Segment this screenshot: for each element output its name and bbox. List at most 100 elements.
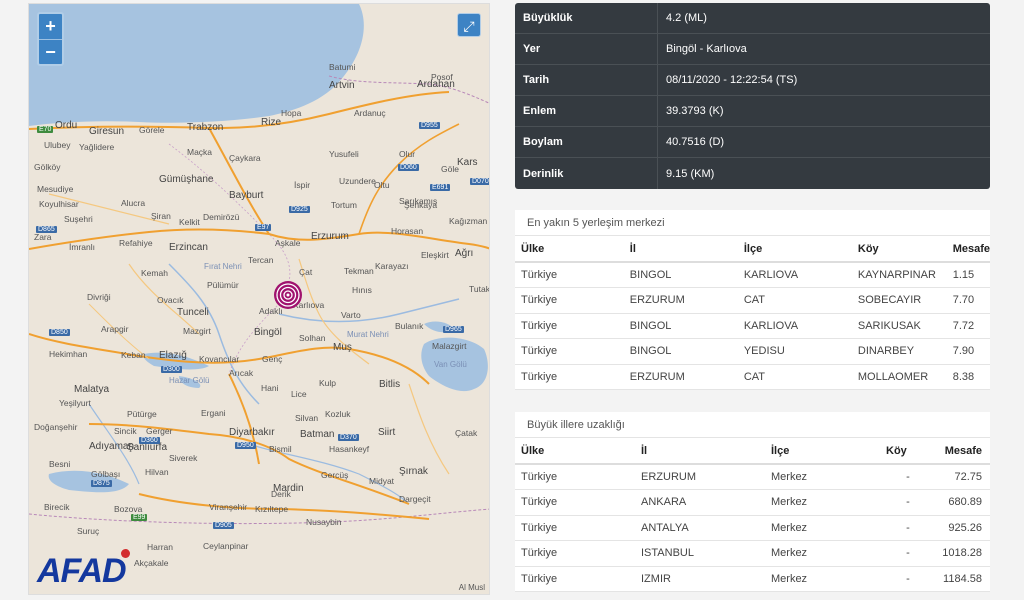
map-place-label: Bismil [269,444,292,454]
map-place-label: Hasankeyf [329,444,370,454]
map-road-label: E99 [131,514,148,521]
info-key: Yer [523,43,541,55]
zoom-control: + − [37,12,64,66]
country-cell: Türkiye [515,262,624,288]
map-water-label: Hazar Gölü [169,376,210,385]
earthquake-epicenter-icon[interactable] [273,280,303,310]
village-cell: DINARBEY [851,338,947,365]
map-place-label: Gerger [146,426,173,436]
map-place-label: Yusufeli [329,149,359,159]
table-row: Türkiye ERZURUM CAT SOBECAYIR 7.70 [515,287,990,314]
map-place-label: Harran [147,542,173,552]
map-road-label: E97 [255,224,272,231]
district-cell: Merkez [765,489,880,516]
col-header-village: Köy [851,236,947,263]
map-place-label: Gölköy [34,162,61,172]
district-cell: CAT [737,287,852,314]
map-place-label: Muş [333,342,352,353]
info-value: 40.7516 (D) [657,127,724,157]
map-place-label: Malazgirt [432,341,467,351]
map-place-label: Ardanuç [354,108,386,118]
map-place-label: Mardin [273,483,304,494]
map-place-label: Pütürge [127,409,157,419]
map-road-label: D865 [36,226,57,233]
map-place-label: Hekimhan [49,349,88,359]
table-row: Türkiye BINGOL KARLIOVA SARIKUSAK 7.72 [515,313,990,339]
map-place-label: Sarıkamış [399,196,438,206]
map-place-label: Zara [34,232,52,242]
nearest-settlements-panel: En yakın 5 yerleşim merkezi Ülke İl İlçe… [515,210,990,390]
info-key: Derinlik [523,167,564,180]
district-cell: Merkez [765,515,880,541]
map-place-label: Siirt [378,427,396,438]
province-cell: ISTANBUL [635,540,765,567]
zoom-in-button[interactable]: + [39,14,62,39]
map-place-label: Bingöl [254,327,282,338]
map-road-label: D070 [470,178,489,185]
distance-cell: 925.26 [930,515,990,541]
info-row-depth: Derinlik 9.15 (KM) [515,158,990,189]
distance-cell: 7.70 [946,287,990,314]
district-cell: YEDISU [737,338,852,365]
map-place-label: Eleşkirt [421,250,449,260]
info-row-date: Tarih 08/11/2020 - 12:22:54 (TS) [515,65,990,96]
map-place-label: Bozova [114,504,143,514]
map-place-label: Bulanık [395,321,424,331]
map-place-label: Siverek [169,453,198,463]
map-road-label: D925 [289,206,310,213]
map-place-label: Koyulhisar [39,199,79,209]
map-road-label: D950 [235,442,256,449]
map-place-label: Solhan [299,333,326,343]
map-place-label: Keban [121,350,146,360]
distance-cell: 7.90 [946,338,990,365]
col-header-district: İlçe [765,438,880,465]
map-place-label: Besni [49,459,71,469]
map-place-label: Hilvan [145,467,169,477]
info-value: 4.2 (ML) [657,3,707,33]
major-cities-panel: Büyük illere uzaklığı Ülke İl İlçe Köy M… [515,412,990,592]
info-row-longitude: Boylam 40.7516 (D) [515,127,990,158]
village-cell: - [880,540,930,567]
zoom-out-button[interactable]: − [39,39,62,64]
map-place-label: Tortum [331,200,357,210]
village-cell: SARIKUSAK [851,313,947,339]
map-place-label: Varto [341,310,361,320]
map-place-label: Ergani [201,408,226,418]
map-place-label: Kemah [141,268,168,278]
distance-cell: 7.72 [946,313,990,339]
map-place-label: Ulubey [44,140,71,150]
fullscreen-icon[interactable]: ⤢ [457,13,481,37]
table-row: Türkiye ERZURUM Merkez -72.75 [515,464,990,490]
country-cell: Türkiye [515,313,624,339]
map-place-label: Rize [261,117,282,128]
map-place-label: Hani [261,383,279,393]
map-place-label: Şiran [151,211,171,221]
map-place-label: Ovacık [157,295,184,305]
distance-cell: 680.89 [930,489,990,516]
col-header-village: Köy [880,438,930,465]
country-cell: Türkiye [515,287,624,314]
info-row-magnitude: Büyüklük 4.2 (ML) [515,3,990,34]
map-place-label: Sincik [114,426,137,436]
district-cell: KARLIOVA [737,313,852,339]
info-key: Boylam [523,136,563,148]
province-cell: BINGOL [623,338,738,365]
distance-cell: 1.15 [946,262,990,288]
map-road-label: D360 [139,437,160,444]
page-scrollbar[interactable] [1014,0,1024,600]
map-place-label: Tercan [248,255,274,265]
map-place-label: Midyat [369,476,395,486]
village-cell: - [880,515,930,541]
map-place-label: Kızıltepe [255,504,289,514]
map-place-label: Posof [431,72,453,82]
map-place-label: Tutak [469,284,490,294]
map-attribution: Al Musl [458,583,485,592]
map-place-label: Elazığ [159,350,187,361]
map-road-label: D965 [443,326,464,333]
col-header-province: İl [623,236,738,263]
earthquake-map[interactable]: Batumi Artvin Ardahan Posof Ordu Giresun Görel… [28,3,490,595]
table-row: Türkiye ERZURUM CAT MOLLAOMER 8.38 [515,364,990,390]
map-place-label: Suruç [77,526,100,536]
map-place-label: Lice [291,389,307,399]
map-place-label: Gölbaşı [91,469,121,479]
